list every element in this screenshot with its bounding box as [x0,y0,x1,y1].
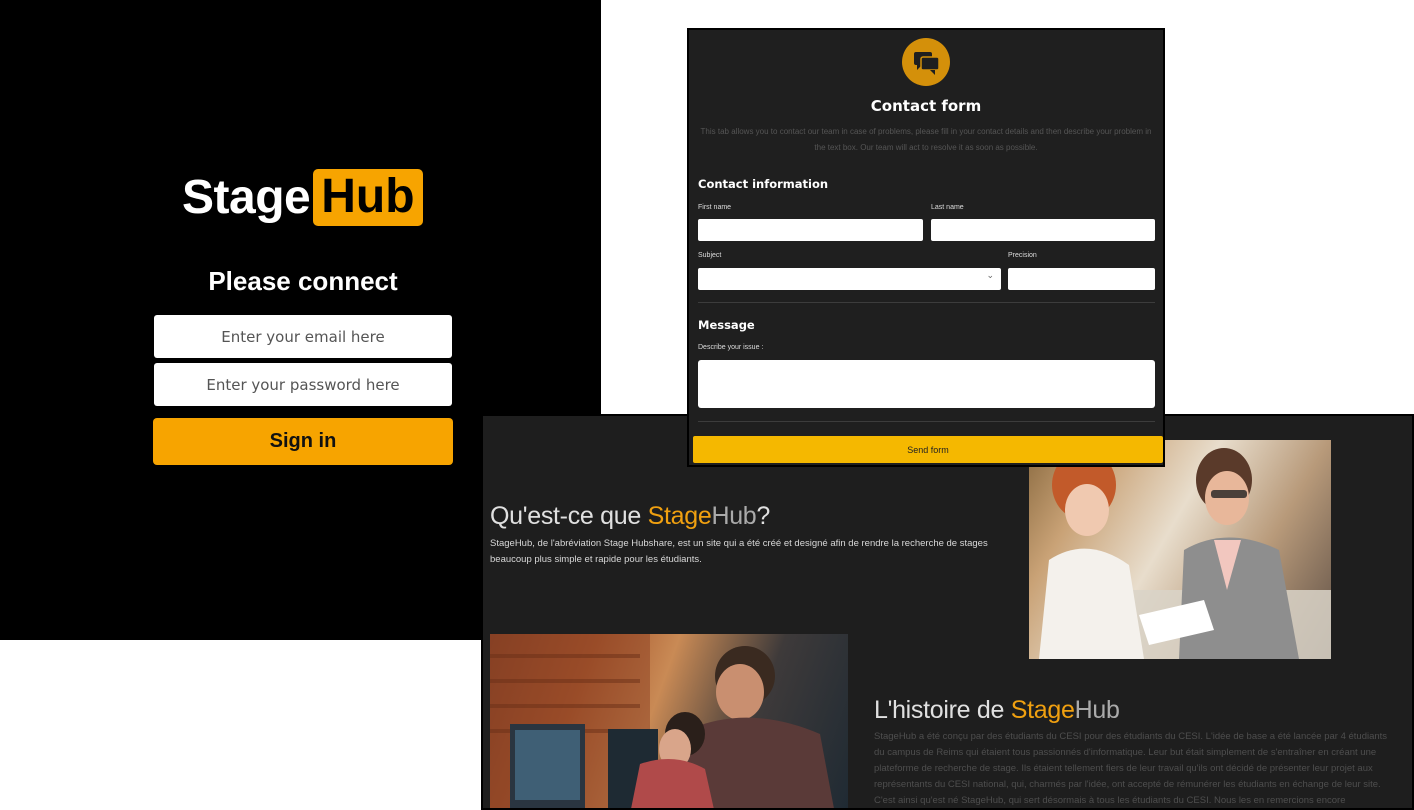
first-name-label: First name [698,204,732,211]
office-meeting-photo [1029,440,1331,659]
about-page: Qu'est-ce que StageHub? StageHub, de l'a… [481,414,1414,810]
heading-prefix: L'histoire de [874,696,1011,724]
precision-input[interactable] [1008,268,1155,290]
stagehub-logo: Stage Hub [182,168,423,226]
last-name-input[interactable] [931,219,1155,241]
section-divider [698,421,1155,422]
team-working-photo [490,634,848,808]
about-paragraph-history: StageHub a été conçu par des étudiants d… [874,731,1388,806]
section-divider [698,302,1155,303]
heading-stage: Stage [1010,696,1075,724]
subject-label: Subject [698,252,722,259]
first-name-input[interactable] [698,219,923,241]
password-input[interactable] [154,363,452,406]
precision-label: Precision [1008,252,1037,259]
about-heading-what: Qu'est-ce que StageHub? [490,502,770,531]
issue-textarea[interactable] [698,360,1155,408]
sign-in-button[interactable]: Sign in [153,418,453,465]
heading-hub: Hub [711,502,757,530]
about-paragraph-what: StageHub, de l'abréviation Stage Hubshar… [490,538,988,565]
chevron-down-icon: ⌄ [986,271,994,281]
issue-label: Describe your issue : [698,344,764,351]
heading-hub: Hub [1074,696,1120,724]
last-name-label: Last name [931,204,964,211]
send-form-button[interactable]: Send form [693,436,1163,463]
chat-bubbles-icon [902,38,950,86]
contact-form-description: This tab allows you to contact our team … [700,127,1152,152]
heading-prefix: Qu'est-ce que [490,502,648,530]
contact-form-panel: Contact form This tab allows you to cont… [687,28,1165,467]
logo-stage-text: Stage [182,170,311,224]
heading-stage: Stage [647,502,712,530]
logo-hub-badge: Hub [313,168,423,226]
email-input[interactable] [154,315,452,358]
about-heading-history: L'histoire de StageHub [874,696,1120,725]
message-title: Message [698,318,755,332]
subject-select[interactable]: ⌄ [698,268,1001,290]
contact-information-title: Contact information [698,177,829,191]
contact-form-title: Contact form [870,97,982,115]
login-title: Please connect [208,266,398,296]
heading-suffix: ? [756,502,771,530]
